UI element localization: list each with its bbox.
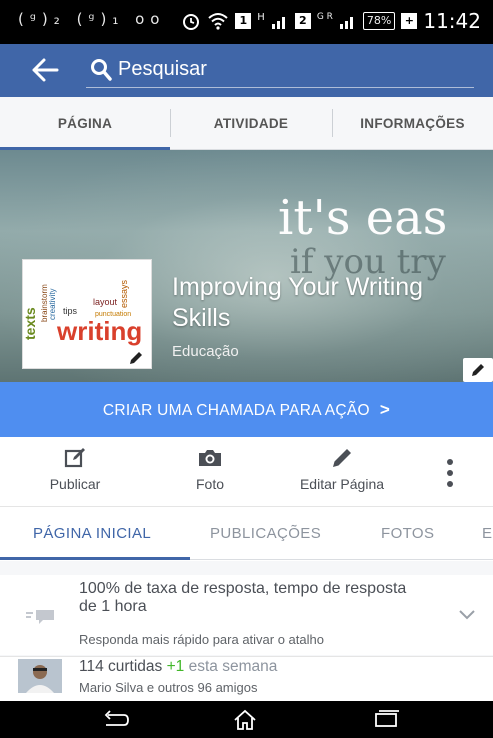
response-rate-card[interactable]: 100% de taxa de resposta, tempo de respo… xyxy=(0,575,493,655)
avatar xyxy=(18,659,62,693)
profile-word: writing xyxy=(56,316,142,346)
compose-icon xyxy=(64,448,85,468)
pencil-icon xyxy=(472,364,484,376)
tab-pagina-inicial[interactable]: PÁGINA INICIAL xyxy=(33,508,151,560)
search-underline xyxy=(86,87,474,88)
page-tab-active-indicator xyxy=(0,557,190,560)
tab-pagina[interactable]: PÁGINA xyxy=(0,97,170,150)
back-arrow-icon[interactable] xyxy=(30,56,60,84)
photo-button[interactable]: Foto xyxy=(180,446,240,492)
likes-count: 114 curtidas xyxy=(79,658,163,675)
edit-page-button[interactable]: Editar Página xyxy=(290,446,394,492)
response-rate-title: 100% de taxa de resposta, tempo de respo… xyxy=(79,580,407,615)
search-icon xyxy=(91,59,112,81)
profile-word: layout xyxy=(93,297,118,307)
tab-more[interactable]: E xyxy=(482,508,492,560)
create-cta-button[interactable]: CRIAR UMA CHAMADA PARA AÇÃO > xyxy=(0,382,493,437)
camera-icon xyxy=(199,450,221,466)
page-top-tabs: PÁGINA ATIVIDADE INFORMAÇÕES xyxy=(0,97,493,150)
chevron-right-icon: > xyxy=(379,400,391,419)
edit-page-label: Editar Página xyxy=(299,476,385,492)
page-feed: 100% de taxa de resposta, tempo de respo… xyxy=(0,561,493,702)
tab-atividade[interactable]: ATIVIDADE xyxy=(170,97,332,150)
tab-publicacoes[interactable]: PUBLICAÇÕES xyxy=(210,508,321,560)
signal-icon-1 xyxy=(271,17,285,29)
network-label-1: H xyxy=(257,11,265,23)
publish-button[interactable]: Publicar xyxy=(42,446,108,492)
screen: (ᵍ)₂ (ᵍ)₁ oo 1 H 2 G R 78% + 11:42 Pesqu… xyxy=(0,0,493,738)
home-icon[interactable] xyxy=(232,709,258,731)
page-title: Improving Your Writing Skills xyxy=(172,273,424,332)
tab-informacoes[interactable]: INFORMAÇÕES xyxy=(332,97,493,150)
likes-delta: +1 xyxy=(166,658,185,675)
message-icon xyxy=(26,610,54,624)
pencil-icon xyxy=(130,352,142,364)
clock: 11:42 xyxy=(423,9,481,33)
page-category[interactable]: Educação xyxy=(172,343,239,360)
network-label-2: G R xyxy=(316,12,333,22)
recent-apps-icon[interactable] xyxy=(372,709,400,729)
profile-word: tips xyxy=(63,306,78,316)
avatar-image xyxy=(18,659,62,693)
profile-word: texts xyxy=(23,307,38,340)
cover-quote-line1: it's eas xyxy=(278,190,448,246)
pencil-icon xyxy=(333,449,351,467)
edit-profile-photo-button[interactable] xyxy=(121,346,151,368)
sim2-badge: 2 xyxy=(294,13,311,29)
likes-period: esta semana xyxy=(188,658,278,675)
likes-friends: Mario Silva e outros 96 amigos xyxy=(79,680,258,695)
cta-label: CRIAR UMA CHAMADA PARA AÇÃO xyxy=(102,402,370,419)
status-bar: (ᵍ)₂ (ᵍ)₁ oo 1 H 2 G R 78% + 11:42 xyxy=(0,0,493,44)
system-nav-bar xyxy=(0,701,493,738)
sim1-badge: 1 xyxy=(235,13,252,29)
likes-summary: 114 curtidas +1 esta semana xyxy=(79,658,277,676)
charging-icon: + xyxy=(401,13,418,29)
alarm-icon xyxy=(183,14,200,30)
likes-card[interactable]: 114 curtidas +1 esta semana Mario Silva … xyxy=(0,656,493,702)
profile-picture[interactable]: texts brainstorm creativity tips layout … xyxy=(22,259,152,369)
wifi-icon xyxy=(208,13,228,30)
publish-label: Publicar xyxy=(49,476,101,492)
page-actions: Publicar Foto Editar Página xyxy=(0,437,493,507)
cover-photo[interactable]: it's eas if you try texts brainstorm cre… xyxy=(0,150,493,382)
battery-indicator: 78% xyxy=(362,12,396,30)
chevron-down-icon[interactable] xyxy=(458,609,476,621)
edit-cover-button[interactable] xyxy=(463,358,493,382)
tab-fotos[interactable]: FOTOS xyxy=(381,508,434,560)
page-content-tabs: PÁGINA INICIAL PUBLICAÇÕES FOTOS E xyxy=(0,508,493,560)
search-bar: Pesquisar xyxy=(0,44,493,97)
search-input[interactable]: Pesquisar xyxy=(118,58,418,81)
status-right: 1 H 2 G R 78% + 11:42 xyxy=(181,9,481,33)
back-icon[interactable] xyxy=(100,709,130,729)
response-rate-subtitle: Responda mais rápido para ativar o atalh… xyxy=(79,632,324,647)
profile-word: essays xyxy=(119,279,129,308)
photo-label: Foto xyxy=(195,476,224,492)
status-left-icons: (ᵍ)₂ (ᵍ)₁ oo xyxy=(18,10,166,28)
more-vertical-icon[interactable] xyxy=(443,457,457,489)
profile-word: creativity xyxy=(48,288,57,320)
signal-icon-2 xyxy=(339,17,353,29)
